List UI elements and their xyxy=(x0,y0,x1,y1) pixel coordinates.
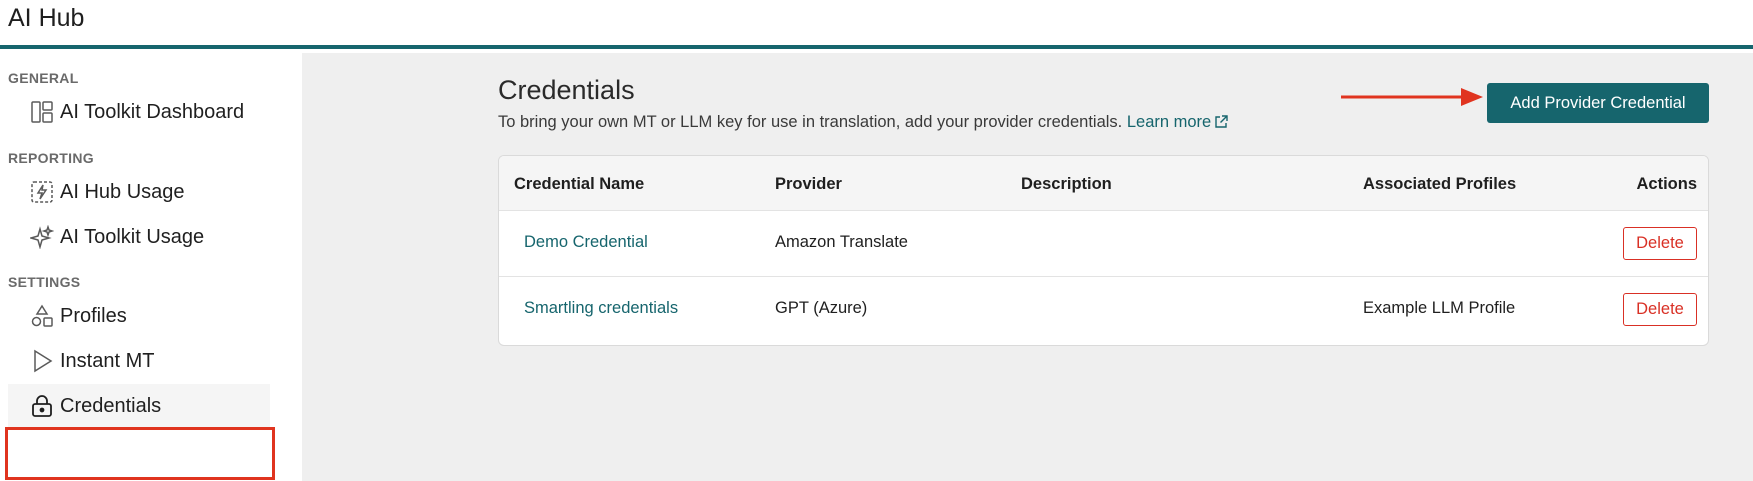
main-content: Credentials To bring your own MT or LLM … xyxy=(302,53,1753,481)
sidebar-item-label: AI Hub Usage xyxy=(60,180,185,203)
provider-cell: GPT (Azure) xyxy=(775,299,868,317)
section-label-settings: SETTINGS xyxy=(8,274,81,290)
provider-cell: Amazon Translate xyxy=(775,233,908,251)
sidebar-item-label: AI Toolkit Usage xyxy=(60,225,205,248)
play-icon xyxy=(29,348,55,374)
sidebar-item-ai-toolkit-usage[interactable]: AI Toolkit Usage xyxy=(8,215,270,259)
column-header-actions: Actions xyxy=(1636,175,1697,193)
sidebar-item-ai-toolkit-dashboard[interactable]: AI Toolkit Dashboard xyxy=(8,90,270,134)
page-title: Credentials xyxy=(498,75,635,105)
learn-more-link[interactable]: Learn more xyxy=(1127,113,1228,131)
credential-name-link[interactable]: Smartling credentials xyxy=(524,299,678,318)
top-bar: AI Hub xyxy=(0,0,1753,49)
sidebar-item-label: Profiles xyxy=(60,304,127,327)
annotation-arrow xyxy=(1341,88,1483,106)
delete-button[interactable]: Delete xyxy=(1623,293,1697,326)
credential-name-link[interactable]: Demo Credential xyxy=(524,233,648,252)
sparkle-icon xyxy=(29,224,55,250)
sidebar-item-profiles[interactable]: Profiles xyxy=(8,294,270,338)
sidebar-item-ai-hub-usage[interactable]: AI Hub Usage xyxy=(8,170,270,214)
app-title: AI Hub xyxy=(8,4,85,32)
delete-button[interactable]: Delete xyxy=(1623,227,1697,260)
table-row: Demo Credential Amazon Translate Delete xyxy=(499,211,1708,277)
sidebar-item-label: AI Toolkit Dashboard xyxy=(60,100,245,123)
description-text: To bring your own MT or LLM key for use … xyxy=(498,113,1123,131)
table-row: Smartling credentials GPT (Azure) Exampl… xyxy=(499,277,1708,343)
column-header-description[interactable]: Description xyxy=(1021,175,1112,194)
usage-chart-icon xyxy=(29,179,55,205)
learn-more-label: Learn more xyxy=(1126,113,1212,131)
sidebar-item-label: Credentials xyxy=(60,394,162,417)
section-label-general: GENERAL xyxy=(8,70,79,86)
column-header-provider[interactable]: Provider xyxy=(775,175,842,194)
add-provider-credential-button[interactable]: Add Provider Credential xyxy=(1487,83,1709,123)
column-header-credential-name[interactable]: Credential Name xyxy=(514,175,644,194)
sidebar-item-label: Instant MT xyxy=(60,349,155,372)
sidebar-item-credentials[interactable]: Credentials xyxy=(8,384,270,428)
credentials-table: Credential Name Provider Description Ass… xyxy=(498,155,1709,346)
page-description: To bring your own MT or LLM key for use … xyxy=(498,113,1228,134)
table-header: Credential Name Provider Description Ass… xyxy=(499,156,1708,211)
sidebar-item-instant-mt[interactable]: Instant MT xyxy=(8,339,270,383)
associated-profiles-cell: Example LLM Profile xyxy=(1363,299,1516,317)
sidebar: GENERAL AI Toolkit Dashboard REPORTING A… xyxy=(0,53,302,481)
column-header-associated-profiles[interactable]: Associated Profiles xyxy=(1363,175,1516,194)
external-link-icon xyxy=(1214,115,1228,134)
dashboard-icon xyxy=(29,99,55,125)
lock-icon xyxy=(29,393,55,419)
shapes-icon xyxy=(29,303,55,329)
section-label-reporting: REPORTING xyxy=(8,150,94,166)
